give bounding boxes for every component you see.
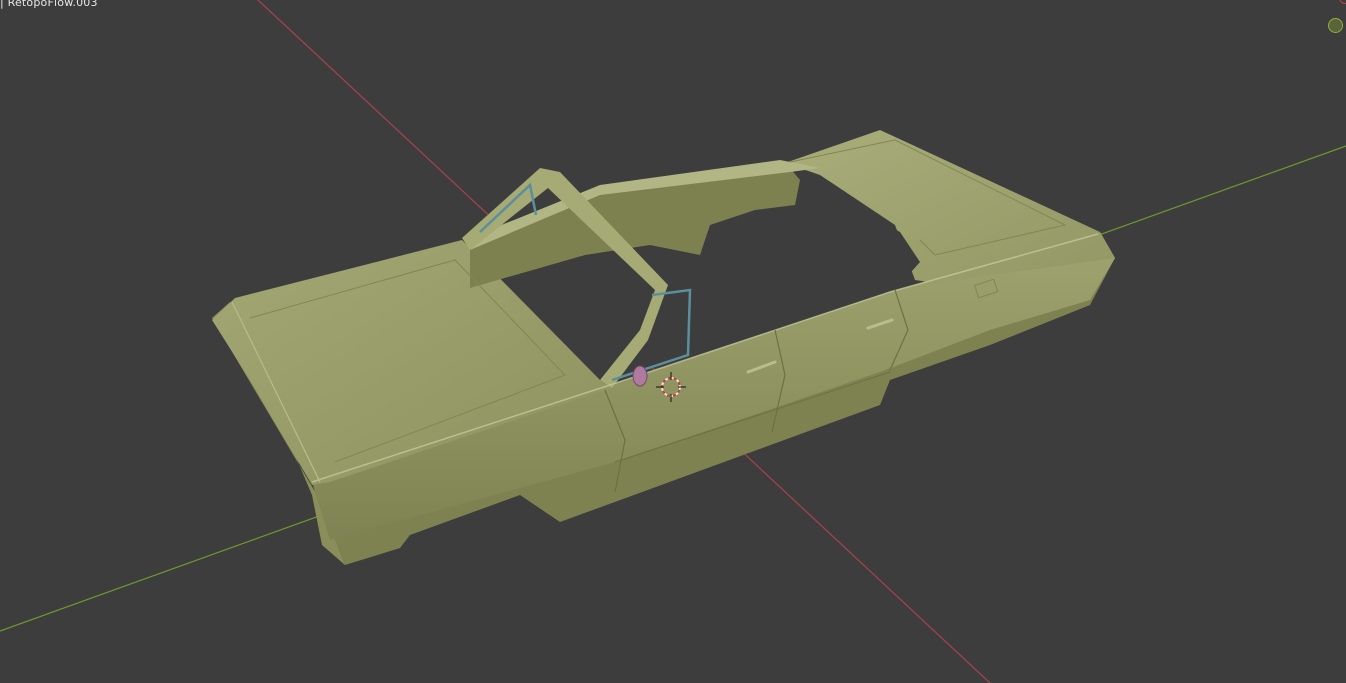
3d-viewport[interactable]: [0, 0, 1346, 683]
viewport-object-label: | RetopoFlow.003: [0, 0, 98, 9]
side-mirror[interactable]: [632, 365, 648, 387]
car-body-mesh[interactable]: [212, 130, 1115, 565]
axis-y-icon[interactable]: [1328, 18, 1343, 33]
